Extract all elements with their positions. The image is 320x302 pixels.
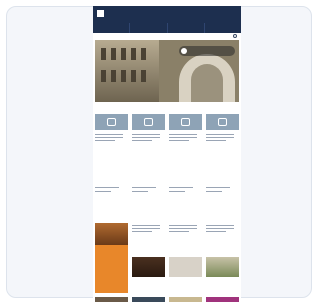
link-column[interactable] — [206, 187, 239, 195]
feature-tiles — [95, 114, 239, 141]
feature-icon — [144, 118, 153, 126]
news-card[interactable] — [206, 223, 239, 232]
quick-links — [95, 187, 239, 195]
nav-item-4[interactable] — [205, 23, 241, 33]
news-card[interactable] — [132, 223, 165, 232]
news-photo[interactable] — [132, 297, 165, 302]
search-icon[interactable] — [233, 34, 237, 38]
link-column[interactable] — [169, 187, 202, 195]
news-photo[interactable] — [169, 257, 202, 277]
feature-tile[interactable] — [169, 114, 202, 141]
site-header — [93, 6, 241, 33]
play-icon — [181, 48, 187, 54]
news-photo[interactable] — [206, 257, 239, 277]
nav-item-2[interactable] — [130, 23, 168, 33]
hero-badge[interactable] — [179, 46, 235, 56]
website-thumbnail[interactable] — [93, 6, 241, 302]
news-card[interactable] — [169, 223, 202, 232]
news-photo — [95, 223, 128, 245]
feature-icon — [181, 118, 190, 126]
hero-image — [95, 40, 239, 102]
news-photo[interactable] — [169, 297, 202, 302]
feature-tile[interactable] — [132, 114, 165, 141]
feature-icon — [218, 118, 227, 126]
link-column[interactable] — [132, 187, 165, 195]
nav-item-3[interactable] — [168, 23, 205, 33]
nav-item-1[interactable] — [93, 23, 131, 33]
news-photo[interactable] — [132, 257, 165, 277]
news-photo[interactable] — [95, 297, 128, 302]
news-photo[interactable] — [206, 297, 239, 302]
link-column[interactable] — [95, 187, 128, 195]
feature-icon — [107, 118, 116, 126]
main-nav — [93, 23, 241, 33]
feature-tile[interactable] — [95, 114, 128, 141]
logo-icon[interactable] — [97, 10, 104, 17]
feature-tile[interactable] — [206, 114, 239, 141]
